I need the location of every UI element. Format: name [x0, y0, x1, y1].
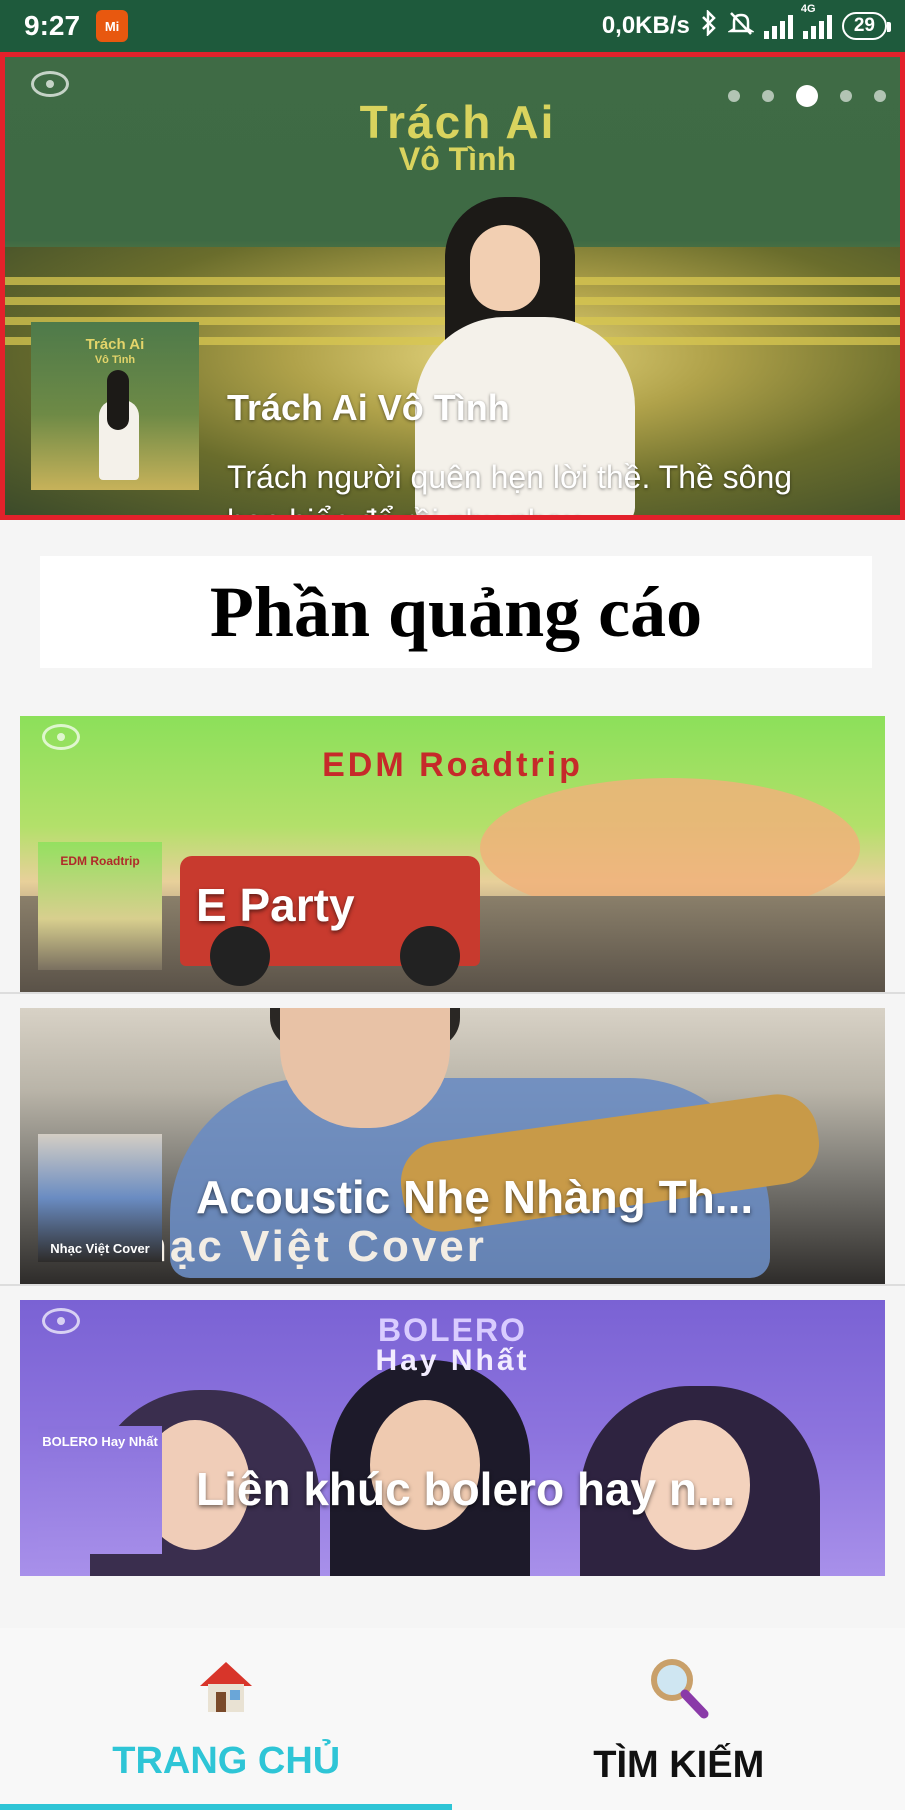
card-art-wheel: [400, 926, 460, 986]
nav-active-indicator: [0, 1804, 452, 1810]
pagination-dot[interactable]: [874, 90, 886, 102]
banner-description: Trách người quên hẹn lời thề. Thề sông h…: [227, 459, 793, 515]
network-type: 4G: [800, 3, 816, 15]
nav-home[interactable]: TRANG CHỦ: [0, 1628, 453, 1810]
playlist-title[interactable]: Acoustic Nhẹ Nhàng Th...: [196, 1170, 753, 1224]
divider: [0, 992, 905, 994]
card-art-subtitle: Hay Nhất: [375, 1344, 530, 1377]
card-art-title: hạc Việt Cover: [140, 1222, 487, 1271]
pagination-dot[interactable]: [728, 90, 740, 102]
status-indicators: 0,0KB/s 4G 29: [601, 3, 892, 43]
battery-icon: 29: [841, 12, 892, 40]
banner-song-title[interactable]: Trách Ai Vô Tình: [227, 387, 510, 429]
disc-logo-icon: [31, 71, 69, 97]
card-art-wheel: [210, 926, 270, 986]
thumb-singer-image: [99, 370, 139, 480]
status-bar: 9:27 Mi 0,0KB/s 4G 29: [0, 0, 905, 52]
playlist-thumbnail[interactable]: BOLERO Hay Nhất: [38, 1426, 162, 1554]
thumb-title: Trách Ai: [85, 336, 145, 353]
thumb-caption: BOLERO Hay Nhất: [42, 1434, 158, 1449]
divider: [0, 1284, 905, 1286]
playlist-title[interactable]: Liên khúc bolero hay n...: [196, 1462, 735, 1516]
card-art-title: EDM Roadtrip: [322, 746, 583, 784]
nav-search[interactable]: TÌM KIẾM: [453, 1628, 905, 1810]
playlist-card[interactable]: EDM Roadtrip EDM Roadtrip E Party: [20, 716, 885, 992]
thumb-caption: Nhạc Việt Cover: [50, 1241, 150, 1256]
banner-art-subtitle: Vô Tình: [398, 141, 517, 177]
ad-label: Phần quảng cáo: [209, 571, 703, 652]
signal-4g-icon: 4G: [801, 3, 832, 39]
thumb-subtitle: Vô Tình: [94, 354, 136, 366]
signal-icon: [763, 13, 793, 39]
bottom-navigation: TRANG CHỦ TÌM KIẾM: [0, 1628, 905, 1810]
pagination-dot[interactable]: [840, 90, 852, 102]
playlist-card[interactable]: BOLERO Hay Nhất BOLERO Hay Nhất Liên khú…: [20, 1300, 885, 1576]
mi-app-icon: Mi: [96, 10, 129, 42]
ad-area[interactable]: Phần quảng cáo: [40, 556, 872, 668]
home-icon: [194, 1654, 258, 1718]
mute-alarm-icon: [726, 10, 755, 43]
banner-thumbnail[interactable]: Trách Ai Vô Tình: [31, 322, 199, 490]
playlist-thumbnail[interactable]: Nhạc Việt Cover: [38, 1134, 162, 1262]
network-speed: 0,0KB/s: [601, 12, 690, 39]
nav-search-label: TÌM KIẾM: [593, 1744, 765, 1786]
pagination-dot-active[interactable]: [796, 85, 818, 107]
nav-home-label: TRANG CHỦ: [112, 1740, 341, 1782]
status-time: 9:27: [24, 10, 81, 41]
search-icon: [644, 1654, 714, 1722]
playlist-card[interactable]: hạc Việt Cover Nhạc Việt Cover Acoustic …: [20, 1008, 885, 1284]
slider-pagination[interactable]: [728, 85, 886, 107]
playlist-thumbnail[interactable]: EDM Roadtrip: [38, 842, 162, 970]
banner-slider[interactable]: Trách Ai Vô Tình Trách Ai Vô Tình Trách …: [0, 52, 905, 520]
thumb-caption: EDM Roadtrip: [60, 854, 140, 868]
bluetooth-icon: [700, 8, 718, 43]
playlist-title[interactable]: E Party: [196, 878, 355, 932]
pagination-dot[interactable]: [762, 90, 774, 102]
